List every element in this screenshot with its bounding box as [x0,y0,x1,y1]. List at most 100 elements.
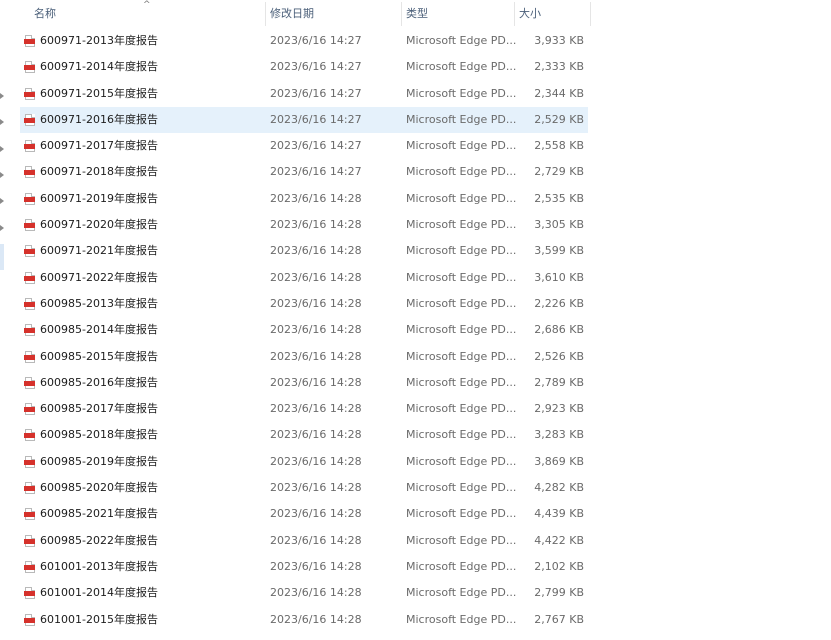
file-name: 600985-2016年度报告 [40,375,158,389]
file-row[interactable]: 600985-2013年度报告 2023/6/16 14:28 Microsoft … [20,291,588,317]
file-size: 3,933 KB [534,34,584,47]
file-date-modified: 2023/6/16 14:28 [270,349,362,363]
tree-chevron-right-icon[interactable] [0,146,4,152]
pdf-file-icon [24,140,35,153]
file-date-modified: 2023/6/16 14:28 [270,270,362,284]
file-type: Microsoft Edge PD... [406,34,517,47]
file-row[interactable]: 600971-2020年度报告 2023/6/16 14:28 Microsoft … [20,212,588,238]
file-row[interactable]: 600971-2013年度报告 2023/6/16 14:27 Microsoft … [20,28,588,54]
file-date-modified: 2023/6/16 14:28 [270,402,362,416]
file-name: 601001-2013年度报告 [40,559,158,573]
file-type: Microsoft Edge PD... [406,428,517,442]
file-row[interactable]: 600985-2019年度报告 2023/6/16 14:28 Microsoft … [20,449,588,475]
file-size: 2,923 KB [534,402,584,416]
file-date-modified: 2023/6/16 14:27 [270,112,362,126]
pdf-file-icon [24,560,35,573]
file-size: 3,283 KB [534,428,584,442]
tree-chevron-right-icon[interactable] [0,119,4,125]
file-name: 600971-2021年度报告 [40,244,158,258]
file-date-modified: 2023/6/16 14:28 [270,612,362,626]
pdf-file-icon [24,613,35,626]
file-type: Microsoft Edge PD... [406,323,517,337]
pdf-file-icon [24,429,35,442]
file-row[interactable]: 600971-2022年度报告 2023/6/16 14:28 Microsoft … [20,265,588,291]
file-row[interactable]: 600971-2016年度报告 2023/6/16 14:27 Microsoft … [20,106,588,134]
tree-chevron-right-icon[interactable] [0,93,4,99]
column-divider[interactable] [401,2,402,26]
file-type: Microsoft Edge PD... [406,349,517,363]
file-name: 600971-2017年度报告 [40,139,158,153]
file-size: 2,333 KB [534,60,584,74]
navigation-selected-item[interactable] [0,244,4,270]
file-name: 600985-2013年度报告 [40,296,158,310]
file-row[interactable]: 600985-2015年度报告 2023/6/16 14:28 Microsoft … [20,344,588,370]
file-type: Microsoft Edge PD... [406,218,517,232]
file-name: 600985-2020年度报告 [40,481,158,495]
file-type: Microsoft Edge PD... [406,586,517,600]
column-divider[interactable] [590,2,591,26]
file-row[interactable]: 601001-2015年度报告 2023/6/16 14:28 Microsoft … [20,607,588,633]
pdf-file-icon [24,403,35,416]
file-row[interactable]: 600971-2021年度报告 2023/6/16 14:28 Microsoft … [20,238,588,264]
file-type: Microsoft Edge PD... [406,112,517,126]
column-divider[interactable] [265,2,266,26]
pdf-file-icon [24,324,35,337]
file-date-modified: 2023/6/16 14:28 [270,244,362,258]
file-type: Microsoft Edge PD... [406,454,517,468]
tree-chevron-right-icon[interactable] [0,225,4,231]
file-date-modified: 2023/6/16 14:27 [270,34,362,47]
pdf-file-icon [24,113,35,126]
file-date-modified: 2023/6/16 14:28 [270,507,362,521]
pdf-file-icon [24,35,35,47]
file-name: 600971-2020年度报告 [40,218,158,232]
pdf-file-icon [24,350,35,363]
file-date-modified: 2023/6/16 14:28 [270,323,362,337]
file-row[interactable]: 600985-2020年度报告 2023/6/16 14:28 Microsoft … [20,475,588,501]
file-name: 601001-2015年度报告 [40,612,158,626]
pdf-file-icon [24,455,35,468]
pdf-file-icon [24,482,35,495]
file-date-modified: 2023/6/16 14:27 [270,139,362,153]
file-size: 4,422 KB [534,533,584,547]
file-type: Microsoft Edge PD... [406,191,517,205]
file-size: 3,305 KB [534,218,584,232]
tree-chevron-right-icon[interactable] [0,172,4,178]
file-size: 2,526 KB [534,349,584,363]
file-row[interactable]: 600971-2017年度报告 2023/6/16 14:27 Microsoft … [20,133,588,159]
file-row[interactable]: 600971-2015年度报告 2023/6/16 14:27 Microsoft … [20,81,588,107]
file-row[interactable]: 600971-2019年度报告 2023/6/16 14:28 Microsoft … [20,186,588,212]
column-divider[interactable] [514,2,515,26]
file-date-modified: 2023/6/16 14:27 [270,60,362,74]
file-row[interactable]: 601001-2013年度报告 2023/6/16 14:28 Microsoft … [20,554,588,580]
file-size: 3,869 KB [534,454,584,468]
file-row[interactable]: 600985-2017年度报告 2023/6/16 14:28 Microsoft … [20,396,588,422]
column-header-type[interactable]: 类型 [406,0,428,27]
file-row[interactable]: 600971-2014年度报告 2023/6/16 14:27 Microsoft … [20,54,588,80]
file-name: 600985-2021年度报告 [40,507,158,521]
column-header-size[interactable]: 大小 [519,0,541,27]
pdf-file-icon [24,61,35,74]
file-date-modified: 2023/6/16 14:28 [270,191,362,205]
file-name: 600985-2014年度报告 [40,323,158,337]
file-name: 600971-2015年度报告 [40,86,158,100]
file-type: Microsoft Edge PD... [406,296,517,310]
file-row[interactable]: 600985-2014年度报告 2023/6/16 14:28 Microsoft … [20,317,588,343]
file-name: 600985-2019年度报告 [40,454,158,468]
file-row[interactable]: 600985-2022年度报告 2023/6/16 14:28 Microsoft … [20,528,588,554]
file-date-modified: 2023/6/16 14:28 [270,454,362,468]
file-row[interactable]: 600971-2018年度报告 2023/6/16 14:27 Microsoft … [20,159,588,185]
file-type: Microsoft Edge PD... [406,375,517,389]
column-header-date[interactable]: 修改日期 [270,0,314,27]
file-row[interactable]: 601001-2014年度报告 2023/6/16 14:28 Microsoft … [20,580,588,606]
file-date-modified: 2023/6/16 14:27 [270,86,362,100]
file-type: Microsoft Edge PD... [406,244,517,258]
column-header-name[interactable]: 名称 [34,0,56,27]
file-date-modified: 2023/6/16 14:28 [270,559,362,573]
file-date-modified: 2023/6/16 14:28 [270,428,362,442]
file-row[interactable]: 600985-2021年度报告 2023/6/16 14:28 Microsoft … [20,501,588,527]
file-row[interactable]: 600985-2016年度报告 2023/6/16 14:28 Microsoft … [20,370,588,396]
file-type: Microsoft Edge PD... [406,139,517,153]
tree-chevron-right-icon[interactable] [0,198,4,204]
file-row[interactable]: 600985-2018年度报告 2023/6/16 14:28 Microsoft … [20,422,588,448]
file-date-modified: 2023/6/16 14:28 [270,296,362,310]
